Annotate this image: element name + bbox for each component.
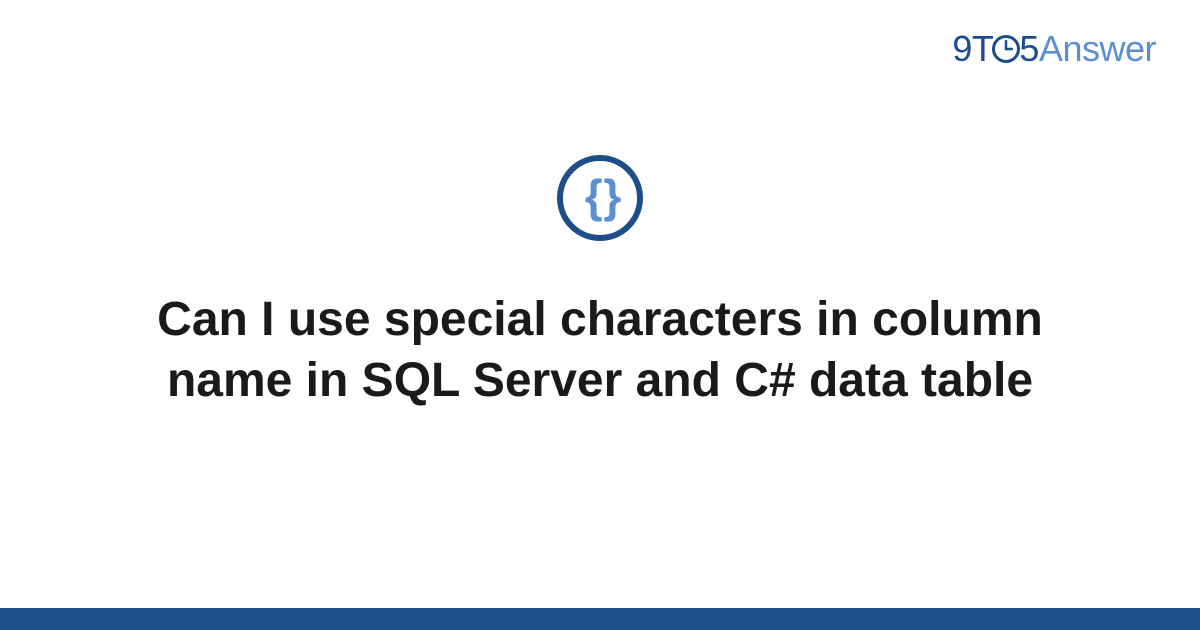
clock-icon xyxy=(991,34,1021,64)
category-badge: { } xyxy=(557,155,643,241)
logo-text-9t: 9T xyxy=(952,28,993,69)
question-title: Can I use special characters in column n… xyxy=(110,289,1090,412)
footer-accent-bar xyxy=(0,608,1200,630)
code-braces-icon: { } xyxy=(585,169,616,223)
logo-text-5: 5 xyxy=(1019,28,1039,69)
main-content: { } Can I use special characters in colu… xyxy=(0,155,1200,412)
logo-text-answer: Answer xyxy=(1039,28,1156,69)
site-logo: 9T 5Answer xyxy=(952,28,1156,70)
